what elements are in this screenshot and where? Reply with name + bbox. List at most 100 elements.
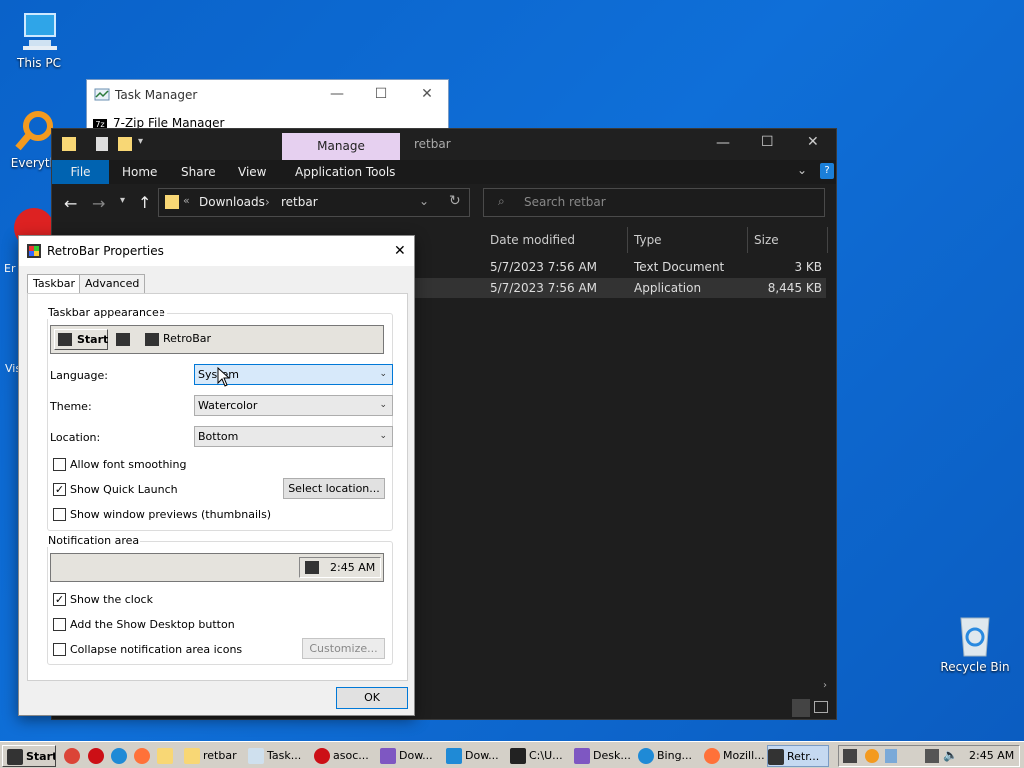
tab-advanced[interactable]: Advanced — [79, 274, 146, 294]
defender-icon[interactable] — [843, 749, 857, 763]
firefox-icon — [704, 748, 720, 764]
refresh-icon[interactable]: ↻ — [449, 193, 461, 209]
minimize-icon[interactable]: — — [327, 86, 347, 102]
app-tray-icon[interactable] — [885, 749, 897, 763]
location-label: Location: — [50, 431, 101, 444]
close-icon[interactable]: ✕ — [417, 86, 437, 102]
download-icon — [446, 748, 462, 764]
address-dropdown-icon[interactable]: ⌄ — [419, 194, 429, 208]
ok-button[interactable]: OK — [336, 687, 408, 709]
manage-contextual-tab[interactable]: Manage — [282, 133, 400, 160]
new-folder-icon[interactable] — [118, 137, 132, 151]
taskbar-item-bing[interactable]: Bing... — [638, 745, 700, 767]
select-location-button[interactable]: Select location... — [283, 478, 385, 499]
file-date: 5/7/2023 7:56 AM — [490, 260, 598, 274]
details-view-icon[interactable] — [792, 699, 810, 717]
taskbar-clock[interactable]: 2:45 AM — [969, 749, 1014, 762]
breadcrumb-overflow-icon[interactable]: « — [183, 194, 190, 207]
edge-icon[interactable] — [111, 745, 127, 767]
search-input[interactable]: Search retbar — [524, 195, 606, 209]
minimize-icon[interactable]: — — [716, 135, 730, 151]
font-smoothing-checkbox[interactable] — [53, 458, 66, 471]
notification-preview: 2:45 AM — [50, 553, 384, 582]
back-icon[interactable]: ← — [64, 194, 77, 213]
scroll-right-icon[interactable]: › — [823, 680, 827, 691]
retrobar-properties-dialog[interactable]: RetroBar Properties ✕ Taskbar Advanced T… — [18, 235, 415, 716]
column-header-size[interactable]: Size — [748, 227, 828, 253]
taskbar-item-vs-download[interactable]: Dow... — [380, 745, 442, 767]
firefox-icon[interactable] — [134, 745, 150, 767]
forward-icon[interactable]: → — [92, 194, 105, 213]
quick-access-dropdown-icon[interactable]: ▾ — [138, 136, 143, 147]
taskbar-item-mozilla[interactable]: Mozill... — [704, 745, 764, 767]
desktop-label-recycle-bin: Recycle Bin — [940, 660, 1010, 674]
collapse-icons-checkbox[interactable] — [53, 643, 66, 656]
taskbar-item-download[interactable]: Dow... — [446, 745, 508, 767]
maximize-icon[interactable]: ☐ — [371, 86, 391, 102]
desktop-icon-this-pc[interactable]: This PC — [4, 10, 74, 70]
task-manager-icon — [248, 748, 264, 764]
taskbar-item-task-manager[interactable]: Task... — [248, 745, 310, 767]
everything-icon[interactable] — [865, 749, 879, 763]
ribbon: File Home Share View Application Tools ⌄… — [52, 160, 836, 184]
tab-file[interactable]: File — [52, 160, 109, 184]
volume-icon[interactable]: 🔈 — [943, 748, 958, 762]
opera-icon — [314, 748, 330, 764]
file-row[interactable]: 5/7/2023 7:56 AM Text Document 3 KB — [482, 257, 826, 277]
quick-launch-checkbox[interactable]: ✓ — [53, 483, 66, 496]
ribbon-expand-icon[interactable]: ⌄ — [797, 163, 807, 177]
language-label: Language: — [50, 369, 108, 382]
maximize-icon[interactable]: ☐ — [761, 134, 774, 150]
tab-view[interactable]: View — [238, 160, 266, 184]
retrobar-icon — [768, 749, 784, 765]
desktop-icon-recycle-bin[interactable]: Recycle Bin — [938, 612, 1012, 674]
file-type: Text Document — [634, 260, 725, 274]
tab-application-tools[interactable]: Application Tools — [295, 160, 395, 184]
close-icon[interactable]: ✕ — [394, 236, 406, 266]
taskbar-item-7zip[interactable]: C:\U... — [510, 745, 570, 767]
taskbar-item-retrobar[interactable]: Retr... — [767, 745, 829, 767]
chrome-icon[interactable] — [64, 745, 80, 767]
tab-share[interactable]: Share — [181, 160, 216, 184]
chevron-down-icon: ⌄ — [379, 369, 387, 379]
start-logo-icon — [58, 333, 72, 346]
window-previews-checkbox[interactable] — [53, 508, 66, 521]
font-smoothing-label: Allow font smoothing — [70, 458, 187, 471]
show-desktop-checkbox[interactable] — [53, 618, 66, 631]
dialog-title-bar[interactable]: RetroBar Properties ✕ — [19, 236, 414, 266]
tab-home[interactable]: Home — [122, 160, 157, 184]
network-icon[interactable] — [925, 749, 939, 763]
taskbar-tab-panel: Taskbar appearance Taskbar appearance St… — [27, 293, 408, 681]
help-icon[interactable]: ? — [820, 163, 834, 179]
explorer-title-bar[interactable]: ▾ Manage retbar — ☐ ✕ — [52, 129, 836, 160]
desktop-label-this-pc: This PC — [17, 56, 61, 70]
column-header-date[interactable]: Date modified — [484, 227, 628, 253]
taskbar-item-desktop[interactable]: Desk... — [574, 745, 634, 767]
breadcrumb-downloads[interactable]: Downloads — [199, 195, 265, 209]
column-header-type[interactable]: Type — [628, 227, 748, 253]
large-icons-view-icon[interactable] — [814, 701, 828, 713]
location-select[interactable]: Bottom ⌄ — [194, 426, 393, 447]
taskbar-item-opera[interactable]: asoc... — [314, 745, 376, 767]
start-button[interactable]: Start — [2, 745, 56, 767]
taskbar-item-retbar[interactable]: retbar — [184, 745, 244, 767]
explorer-icon[interactable] — [157, 745, 173, 767]
customize-button[interactable]: Customize... — [302, 638, 385, 659]
properties-icon[interactable] — [96, 137, 108, 151]
address-bar[interactable]: « Downloads › retbar ⌄ ↻ — [158, 188, 470, 217]
search-box[interactable]: ⌕ Search retbar — [483, 188, 825, 217]
opera-icon[interactable] — [88, 745, 104, 767]
close-icon[interactable]: ✕ — [807, 134, 819, 150]
show-clock-checkbox[interactable]: ✓ — [53, 593, 66, 606]
clock-preview: 2:45 AM — [330, 561, 376, 574]
recent-locations-icon[interactable]: ▾ — [120, 195, 125, 206]
task-manager-icon — [94, 88, 110, 101]
visual-studio-icon — [574, 748, 590, 764]
file-row-selected[interactable]: 5/7/2023 7:56 AM Application 8,445 KB — [407, 278, 826, 298]
taskbar-preview: Start RetroBar — [50, 325, 384, 354]
theme-select[interactable]: Watercolor ⌄ — [194, 395, 393, 416]
up-icon[interactable]: ↑ — [138, 193, 151, 212]
tab-taskbar[interactable]: Taskbar — [27, 274, 81, 295]
breadcrumb-retbar[interactable]: retbar — [281, 195, 318, 209]
file-type: Application — [634, 281, 702, 295]
